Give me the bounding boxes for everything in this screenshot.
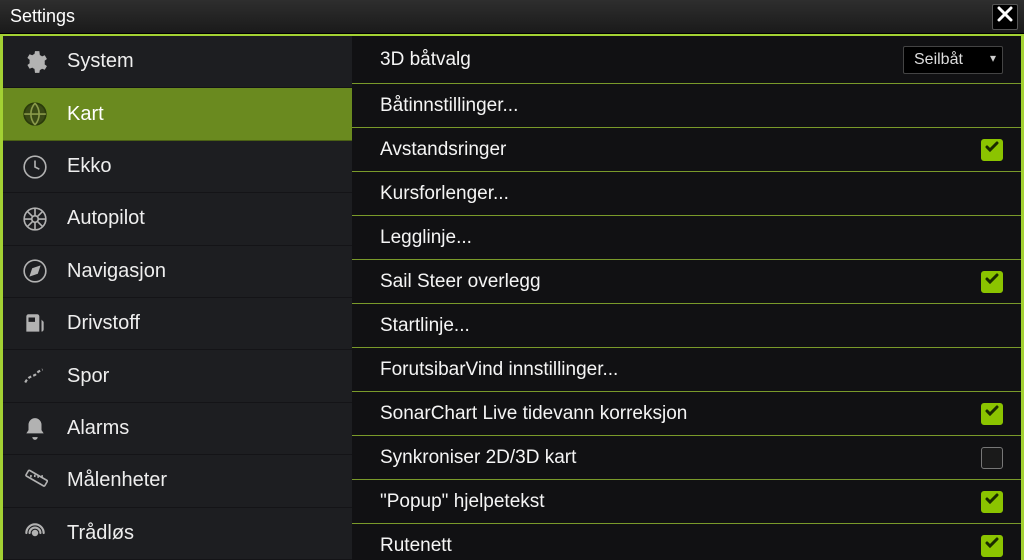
sidebar-item-label: Ekko <box>67 155 111 178</box>
wheel-icon <box>21 205 49 233</box>
setting-course-extension[interactable]: Kursforlenger... <box>352 172 1021 216</box>
sidebar-item-navigation[interactable]: Navigasjon <box>3 246 352 298</box>
setting-boat-settings[interactable]: Båtinnstillinger... <box>352 84 1021 128</box>
body: System Kart Ekko Autopilot <box>0 34 1024 560</box>
close-button[interactable] <box>992 4 1018 30</box>
sidebar-item-label: System <box>67 50 134 73</box>
sonar-icon <box>21 153 49 181</box>
setting-label: Startlinje... <box>380 315 470 337</box>
sidebar-item-label: Autopilot <box>67 207 145 230</box>
sidebar-item-label: Alarms <box>67 417 129 440</box>
setting-label: Kursforlenger... <box>380 183 509 205</box>
setting-range-rings[interactable]: Avstandsringer <box>352 128 1021 172</box>
setting-label: Avstandsringer <box>380 139 506 161</box>
setting-label: Sail Steer overlegg <box>380 271 541 293</box>
track-icon <box>21 362 49 390</box>
settings-window: Settings System Kart <box>0 0 1024 560</box>
sidebar-item-label: Målenheter <box>67 469 167 492</box>
checkbox[interactable] <box>981 491 1003 513</box>
sidebar-item-alarms[interactable]: Alarms <box>3 403 352 455</box>
sidebar-item-label: Drivstoff <box>67 312 140 335</box>
bell-icon <box>21 415 49 443</box>
ruler-icon <box>21 467 49 495</box>
sidebar-item-label: Kart <box>67 103 104 126</box>
titlebar: Settings <box>0 0 1024 34</box>
check-icon <box>984 491 1000 513</box>
check-icon <box>984 535 1000 557</box>
setting-label: 3D båtvalg <box>380 49 471 71</box>
setting-startline[interactable]: Startlinje... <box>352 304 1021 348</box>
sidebar-item-units[interactable]: Målenheter <box>3 455 352 507</box>
close-icon <box>997 6 1013 27</box>
setting-popup-help[interactable]: "Popup" hjelpetekst <box>352 480 1021 524</box>
setting-predictwind[interactable]: ForutsibarVind innstillinger... <box>352 348 1021 392</box>
checkbox[interactable] <box>981 403 1003 425</box>
checkbox[interactable] <box>981 271 1003 293</box>
wireless-icon <box>21 519 49 547</box>
setting-label: Rutenett <box>380 535 452 557</box>
setting-label: ForutsibarVind innstillinger... <box>380 359 618 381</box>
checkbox[interactable] <box>981 535 1003 557</box>
gear-icon <box>21 48 49 76</box>
setting-label: SonarChart Live tidevann korreksjon <box>380 403 687 425</box>
compass-icon <box>21 257 49 285</box>
sidebar-item-label: Navigasjon <box>67 260 166 283</box>
check-icon <box>984 139 1000 161</box>
checkbox[interactable] <box>981 447 1003 469</box>
sidebar-item-label: Spor <box>67 365 109 388</box>
sidebar-item-fuel[interactable]: Drivstoff <box>3 298 352 350</box>
sidebar: System Kart Ekko Autopilot <box>0 36 352 560</box>
checkbox[interactable] <box>981 139 1003 161</box>
setting-label: "Popup" hjelpetekst <box>380 491 545 513</box>
sidebar-item-wireless[interactable]: Trådløs <box>3 508 352 560</box>
setting-label: Synkroniser 2D/3D kart <box>380 447 576 469</box>
sidebar-item-autopilot[interactable]: Autopilot <box>3 193 352 245</box>
setting-3d-boat-selection[interactable]: 3D båtvalg Seilbåt <box>352 36 1021 84</box>
sidebar-item-system[interactable]: System <box>3 36 352 88</box>
check-icon <box>984 403 1000 425</box>
setting-grid[interactable]: Rutenett <box>352 524 1021 560</box>
sidebar-item-chart[interactable]: Kart <box>3 88 352 140</box>
sidebar-item-tracks[interactable]: Spor <box>3 350 352 402</box>
fuel-icon <box>21 310 49 338</box>
setting-label: Legglinje... <box>380 227 472 249</box>
setting-laylines[interactable]: Legglinje... <box>352 216 1021 260</box>
sidebar-item-echo[interactable]: Ekko <box>3 141 352 193</box>
setting-sonarchart-tide[interactable]: SonarChart Live tidevann korreksjon <box>352 392 1021 436</box>
setting-sailsteer-overlay[interactable]: Sail Steer overlegg <box>352 260 1021 304</box>
sidebar-item-label: Trådløs <box>67 522 134 545</box>
boat-select[interactable]: Seilbåt <box>903 46 1003 74</box>
settings-panel: 3D båtvalg Seilbåt Båtinnstillinger... A… <box>352 36 1024 560</box>
globe-icon <box>21 100 49 128</box>
setting-label: Båtinnstillinger... <box>380 95 518 117</box>
check-icon <box>984 271 1000 293</box>
setting-sync-2d3d[interactable]: Synkroniser 2D/3D kart <box>352 436 1021 480</box>
window-title: Settings <box>10 6 75 27</box>
